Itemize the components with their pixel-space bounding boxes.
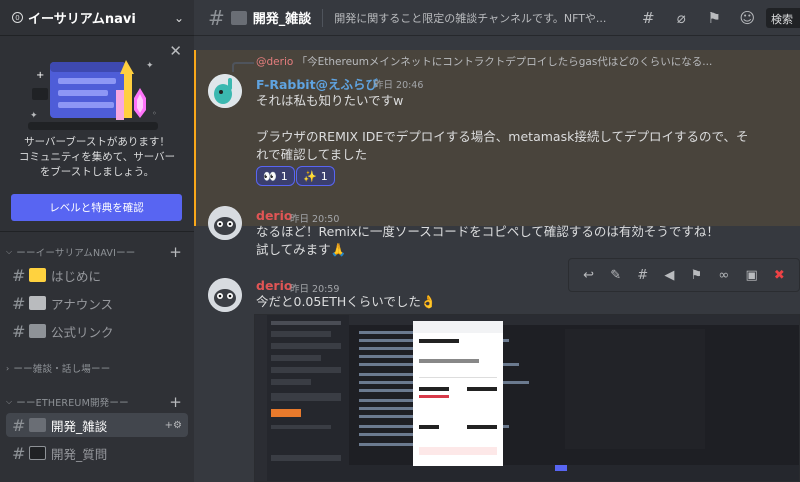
unread-icon[interactable]: ◀ [664,268,674,283]
channel-announce[interactable]: # アナウンス [6,291,188,315]
hash-icon: # [12,293,26,313]
channel-hajimeni[interactable]: # はじめに [6,263,188,287]
reply-connector [232,62,254,72]
channel-dev-chat[interactable]: # 開発_雑談 +⚙ [6,413,188,437]
attached-image[interactable] [254,314,800,482]
reply-text: 「今Ethereumメインネットにコントラクトデプロイしたらgas代はどのくらい… [296,56,713,68]
category-ethereum-navi[interactable]: ⌵ ーーイーサリアムNAVIーー + [0,243,194,261]
reply-icon[interactable]: ↩ [583,268,594,283]
server-boost-card: ✕ + ✦ ✦ ◦ サーバーブーストがあります！ コミュニティを集めて、サーバー… [0,36,194,232]
channel-header: # 開発_雑談 開発に関すること限定の雑談チャンネルです。NFTや... # ⌀… [194,0,800,36]
edit-icon[interactable]: ✎ [610,268,621,283]
svg-text:✦: ✦ [30,111,38,121]
channel-label: 開発_質問 [51,446,108,462]
category-ethereum-dev[interactable]: ⌵ ーーETHEREUM開発ーー + [0,393,194,411]
chevron-right-icon: › [6,363,10,373]
message-text: 今だと0.05ETHくらいでした👌 [256,294,437,309]
hash-icon: # [12,415,26,435]
hash-icon: # [12,265,26,285]
close-icon[interactable]: ✕ [169,42,182,60]
channel-sidebar: 0 イーサリアムnavi ⌄ ✕ + ✦ ✦ ◦ サーバーブーストがあります！ … [0,0,194,482]
reaction-sparkles[interactable]: ✨ 1 [296,166,335,186]
laptop-icon [29,446,46,460]
channel-label: 開発_雑談 [51,418,108,434]
channel-label: 公式リンク [51,324,114,340]
server-name: イーサリアムnavi [28,12,136,27]
add-channel-icon[interactable]: + [169,243,182,261]
category-label: ーーETHEREUM開発ーー [16,398,129,409]
boost-illustration: + ✦ ✦ ◦ [28,60,158,130]
avatar[interactable] [208,74,242,108]
threads-icon[interactable]: # [639,9,657,27]
beginner-icon [29,268,46,282]
message-username[interactable]: derio [256,208,292,223]
channel-name: 開発_雑談 [252,12,312,27]
eyes-icon: 👀 [263,169,277,183]
reaction-count: 1 [320,169,328,183]
reaction-count: 1 [280,169,288,183]
message-text: 試してみます🙏 [256,242,347,257]
invite-settings-icons[interactable]: +⚙ [165,420,182,431]
members-icon[interactable]: ☺ [738,9,756,27]
channel-links[interactable]: # 公式リンク [6,319,188,343]
paperclip-icon [29,324,46,338]
header-divider [322,8,324,27]
channel-dev-question[interactable]: # 開発_質問 [6,441,188,465]
hash-icon: # [12,321,26,341]
server-header[interactable]: 0 イーサリアムnavi ⌄ [0,0,194,36]
hash-icon: # [12,443,26,463]
svg-text:◦: ◦ [152,109,157,118]
thread-icon[interactable]: # [637,268,648,283]
message-username[interactable]: derio [256,278,292,293]
avatar[interactable] [208,278,242,312]
message-actions-toolbar: ↩ ✎ # ◀ ⚑ ∞ ▣ ✖ [568,258,800,292]
copy-id-icon[interactable]: ▣ [745,268,757,283]
message-text: それは私も知りたいですw [256,93,404,108]
category-chat[interactable]: › ーー雑談・話し場ーー [0,360,194,376]
channel-topic[interactable]: 開発に関すること限定の雑談チャンネルです。NFTや... [334,10,624,26]
reply-mention: @derio [256,56,294,68]
reaction-eyes[interactable]: 👀 1 [256,166,295,186]
message-text: ブラウザのREMIX IDEでデプロイする場合、metamask接続してデプロイ… [256,129,749,144]
svg-text:✦: ✦ [146,61,154,71]
boost-level-badge: 0 [12,12,23,23]
sparkles-icon: ✨ [303,169,317,183]
message-username[interactable]: F-Rabbit@えふらび [256,74,378,93]
link-icon[interactable]: ∞ [718,268,729,283]
category-label: ーー雑談・話し場ーー [13,364,111,375]
pin-icon[interactable]: ⚑ [705,9,723,27]
chevron-down-icon[interactable]: ⌄ [174,11,184,25]
reply-preview[interactable]: @derio 「今Ethereumメインネットにコントラクトデプロイしたらgas… [256,54,712,69]
pin-icon[interactable]: ⚑ [691,268,703,283]
megaphone-icon [29,296,46,310]
boost-text-line: サーバーブーストがあります！ [24,136,170,148]
search-input[interactable]: 検索 [766,8,800,28]
avatar[interactable] [208,206,242,240]
channel-label: はじめに [51,268,102,284]
svg-text:+: + [36,70,44,81]
message-timestamp: 昨日 20:46 [374,80,424,91]
message-text: なるほど！Remixに一度ソースコードをコピペして確認するのは有効そうですね！ [256,224,719,239]
message-list: @derio 「今Ethereumメインネットにコントラクトデプロイしたらgas… [194,36,800,482]
see-levels-button[interactable]: レベルと特典を確認 [11,194,182,221]
boost-text-line: をブーストしましょう。 [39,166,155,178]
message-text: れで確認してました [256,147,368,162]
trash-icon[interactable]: ✖ [774,268,785,283]
mute-bell-icon[interactable]: ⌀ [672,9,690,27]
category-label: ーーイーサリアムNAVIーー [16,248,136,259]
channel-label: アナウンス [51,296,114,312]
chevron-down-icon: ⌵ [6,247,13,256]
chevron-down-icon: ⌵ [6,397,13,406]
boost-text-line: コミュニティを集めて、サーバー [18,151,176,163]
hash-icon: # [208,5,225,30]
boost-text: サーバーブーストがあります！ コミュニティを集めて、サーバー をブーストしましょ… [8,135,186,180]
add-channel-icon[interactable]: + [169,393,182,411]
chain-icon [29,418,46,432]
chain-icon [230,10,247,25]
